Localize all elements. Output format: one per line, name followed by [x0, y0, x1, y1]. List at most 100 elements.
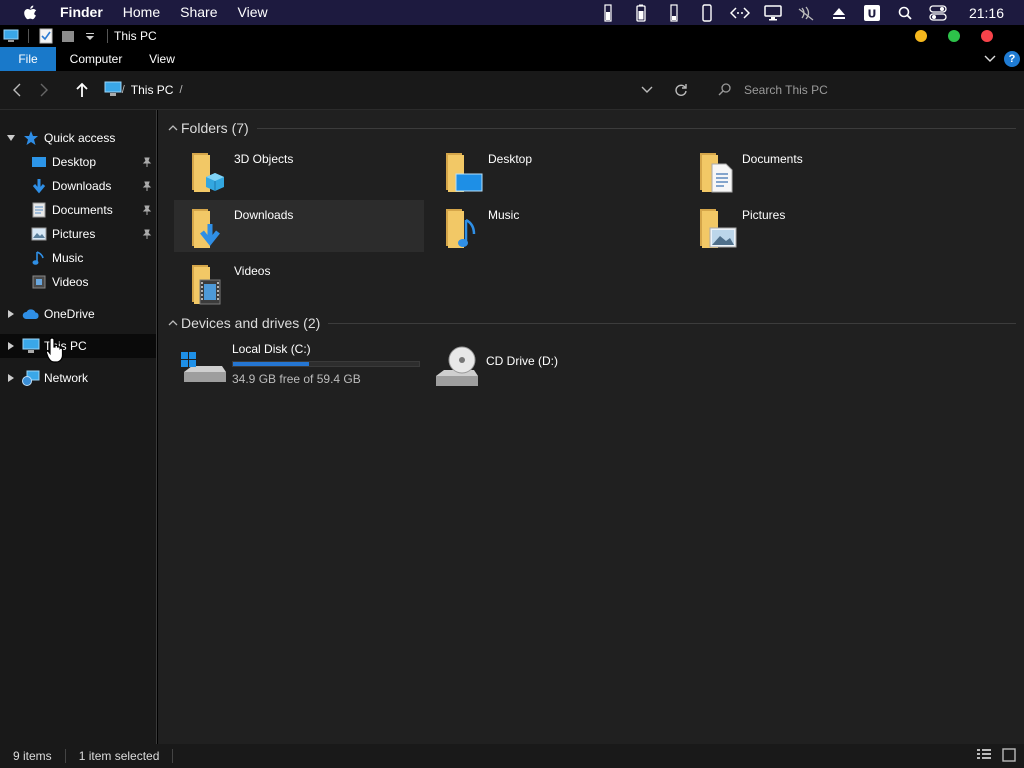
- group-divider: [256, 127, 1016, 129]
- tab-file[interactable]: File: [0, 47, 56, 71]
- folders-group-header[interactable]: Folders (7): [166, 120, 1016, 136]
- folder-desktop[interactable]: Desktop: [428, 144, 678, 196]
- details-view-icon[interactable]: [976, 748, 992, 765]
- properties-icon[interactable]: [35, 25, 57, 47]
- folder-label: Music: [488, 208, 520, 222]
- sidebar-item-quick-access[interactable]: Quick access: [0, 126, 156, 150]
- code-icon[interactable]: [724, 0, 757, 25]
- up-button[interactable]: [69, 71, 96, 110]
- devices-group-header[interactable]: Devices and drives (2): [166, 315, 1016, 331]
- maximize-button[interactable]: [948, 30, 960, 42]
- sidebar-item-desktop[interactable]: Desktop: [0, 150, 156, 174]
- group-title: Folders (7): [181, 120, 249, 136]
- minimize-button[interactable]: [915, 30, 927, 42]
- search-icon[interactable]: [889, 0, 922, 25]
- pin-icon[interactable]: [142, 156, 152, 170]
- help-icon[interactable]: ?: [1004, 51, 1020, 67]
- this-pc-address-icon: [104, 81, 122, 100]
- search-box[interactable]: [718, 71, 1024, 110]
- memory-icon[interactable]: [592, 0, 625, 25]
- mute-icon[interactable]: [790, 0, 823, 25]
- documents-folder-icon: [700, 153, 733, 193]
- display-icon[interactable]: [757, 0, 790, 25]
- folder-videos[interactable]: Videos: [174, 256, 424, 308]
- folder-music[interactable]: Music: [428, 200, 678, 252]
- window-title-bar: This PC: [0, 25, 1024, 47]
- sidebar-item-downloads[interactable]: Downloads: [0, 174, 156, 198]
- menu-finder[interactable]: Finder: [60, 0, 113, 25]
- large-icons-view-icon[interactable]: [1002, 747, 1016, 765]
- cd-drive-icon: [436, 346, 478, 386]
- network-icon: [22, 369, 40, 387]
- sidebar-item-music[interactable]: Music: [0, 246, 156, 270]
- apple-icon[interactable]: [0, 5, 60, 21]
- collapse-group-icon[interactable]: [166, 319, 180, 327]
- refresh-button[interactable]: [664, 71, 698, 110]
- phone-icon[interactable]: [691, 0, 724, 25]
- eject-icon[interactable]: [823, 0, 856, 25]
- battery-icon[interactable]: [625, 0, 658, 25]
- desktop-folder-icon: [446, 153, 483, 192]
- drive-name: CD Drive (D:): [486, 354, 558, 368]
- drive-local-disk-c[interactable]: Local Disk (C:) 34.9 GB free of 59.4 GB: [158, 342, 420, 394]
- expand-ribbon-icon[interactable]: [984, 52, 996, 66]
- menu-view[interactable]: View: [228, 0, 278, 25]
- folder-documents[interactable]: Documents: [682, 144, 932, 196]
- back-button[interactable]: [4, 71, 31, 110]
- u-app-icon[interactable]: U: [856, 0, 889, 25]
- forward-button[interactable]: [31, 71, 58, 110]
- folder-pictures[interactable]: Pictures: [682, 200, 932, 252]
- expanded-arrow-icon[interactable]: [0, 134, 22, 142]
- titlebar-divider-2: [107, 29, 108, 43]
- selection-count: 1 item selected: [78, 749, 160, 763]
- music-folder-icon: [446, 209, 476, 248]
- tab-computer[interactable]: Computer: [56, 47, 136, 71]
- collapsed-arrow-icon[interactable]: [0, 309, 22, 319]
- sidebar-item-onedrive[interactable]: OneDrive: [0, 302, 156, 326]
- status-divider-2: [172, 749, 174, 763]
- customize-qa-icon[interactable]: [79, 25, 101, 47]
- close-button[interactable]: [981, 30, 993, 42]
- pin-icon[interactable]: [142, 180, 152, 194]
- group-title: Devices and drives (2): [181, 315, 321, 331]
- collapse-group-icon[interactable]: [166, 124, 180, 132]
- recent-locations-dropdown[interactable]: [630, 71, 664, 110]
- tab-view[interactable]: View: [136, 47, 188, 71]
- sidebar-item-documents[interactable]: Documents: [0, 198, 156, 222]
- downloads-folder-icon: [192, 209, 220, 248]
- drive-name: Local Disk (C:): [232, 342, 311, 356]
- collapsed-arrow-icon[interactable]: [0, 341, 22, 351]
- address-bar[interactable]: / This PC /: [104, 71, 600, 110]
- documents-icon: [30, 201, 48, 219]
- sidebar-item-network[interactable]: Network: [0, 366, 156, 390]
- menu-home[interactable]: Home: [113, 0, 170, 25]
- sidebar-item-videos[interactable]: Videos: [0, 270, 156, 294]
- window-title: This PC: [114, 29, 157, 43]
- pictures-icon: [30, 225, 48, 243]
- this-pc-small-icon[interactable]: [0, 25, 22, 47]
- drive-cd-d[interactable]: CD Drive (D:): [412, 342, 662, 394]
- collapsed-arrow-icon[interactable]: [0, 373, 22, 383]
- sidebar-label: Music: [52, 251, 84, 265]
- folder-3d-objects[interactable]: 3D Objects: [174, 144, 424, 196]
- search-input[interactable]: [743, 83, 1024, 97]
- menubar-clock[interactable]: 21:16: [955, 5, 1024, 21]
- new-folder-icon[interactable]: [57, 25, 79, 47]
- desktop-icon: [30, 153, 48, 171]
- ribbon-tabs: File Computer View ?: [0, 47, 1024, 71]
- folder-label: Pictures: [742, 208, 786, 222]
- folder-label: Downloads: [234, 208, 294, 222]
- sidebar-label: Pictures: [52, 227, 96, 241]
- sidebar-item-pictures[interactable]: Pictures: [0, 222, 156, 246]
- cpu-icon[interactable]: [658, 0, 691, 25]
- control-center-icon[interactable]: [922, 0, 955, 25]
- menu-share[interactable]: Share: [170, 0, 227, 25]
- sidebar-item-this-pc[interactable]: This PC: [0, 334, 156, 358]
- navigation-pane: Quick access Desktop Downloads Documents…: [0, 110, 157, 744]
- folder-downloads[interactable]: Downloads: [174, 200, 424, 252]
- sidebar-label: OneDrive: [44, 307, 95, 321]
- pin-icon[interactable]: [142, 204, 152, 218]
- pin-icon[interactable]: [142, 228, 152, 242]
- folder-label: 3D Objects: [234, 152, 294, 166]
- breadcrumb-this-pc[interactable]: This PC: [131, 83, 174, 97]
